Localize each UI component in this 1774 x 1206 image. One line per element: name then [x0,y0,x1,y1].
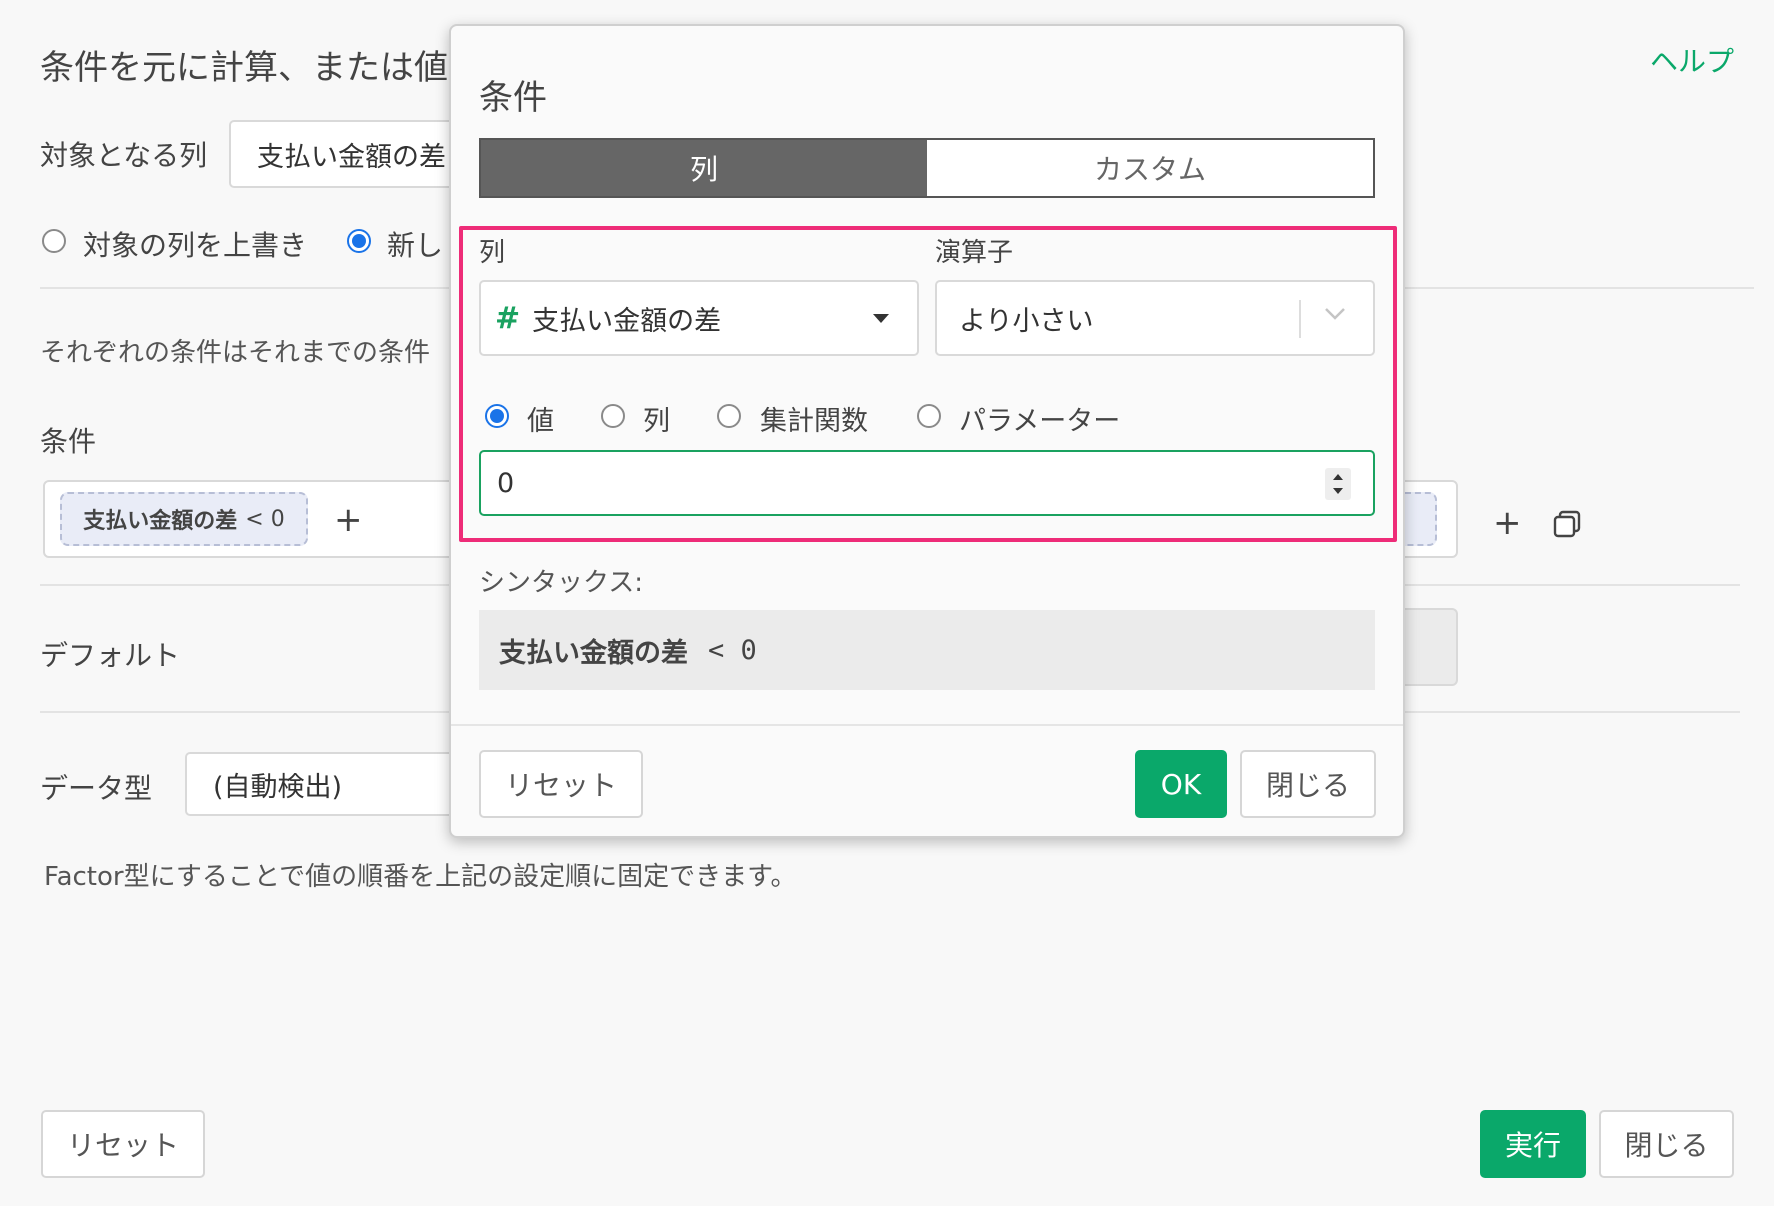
tab-custom[interactable]: カスタム [927,140,1373,196]
column-label: 列 [479,238,506,268]
help-link[interactable]: ヘルプ [1650,40,1734,80]
dialog-footer-divider [451,724,1403,726]
overwrite-radio-label: 対象の列を上書き [83,229,308,262]
target-column-select[interactable]: 支払い金額の差 [229,120,469,188]
chevron-down-icon [1323,306,1347,326]
target-column-label: 対象となる列 [40,139,208,172]
value-type-label-value: 値 [527,406,554,437]
select-separator [1299,300,1301,338]
close-button[interactable]: 閉じる [1599,1110,1734,1178]
operator-select-value: より小さい [959,305,1094,337]
syntax-label: シンタックス: [479,568,643,598]
factor-note: Factor型にすることで値の順番を上記の設定順に固定できます。 [44,862,797,892]
value-input[interactable]: 0 [479,450,1375,516]
operator-select[interactable]: より小さい [935,280,1375,356]
value-type-label-column: 列 [643,406,670,437]
datatype-label: データ型 [40,772,153,805]
datatype-select[interactable]: (自動検出) [185,752,465,816]
column-select-value: 支払い金額の差 [532,305,722,337]
condition-chip-column: 支払い金額の差 [83,509,238,534]
syntax-expression: < 0 [708,634,757,666]
copy-icon[interactable] [1553,510,1581,538]
value-type-label-aggregate: 集計関数 [760,406,868,437]
target-column-value: 支払い金額の差 [257,141,446,173]
value-input-text: 0 [497,467,515,499]
caret-down-icon [873,314,889,323]
page-title: 条件を元に計算、または値 [40,48,448,88]
dialog-title: 条件 [479,78,547,118]
condition-chip-partial [1405,492,1437,546]
tab-column[interactable]: 列 [481,140,927,196]
dialog-close-button[interactable]: 閉じる [1240,750,1376,818]
tab-group: 列 カスタム [479,138,1375,198]
reset-button[interactable]: リセット [41,1110,205,1178]
value-type-radio-column[interactable] [601,404,625,428]
operator-label: 演算子 [935,238,1014,268]
spinner-icon[interactable] [1325,468,1351,500]
syntax-preview: 支払い金額の差 < 0 [479,610,1375,690]
datatype-value: (自動検出) [213,771,343,803]
condition-dialog: 条件 列 カスタム 列 演算子 # 支払い金額の差 より小さい 値 列 集計関数… [449,24,1405,838]
default-label: デフォルト [40,639,181,672]
conditions-label: 条件 [40,425,97,458]
value-type-label-parameter: パラメーター [959,406,1121,437]
dialog-reset-button[interactable]: リセット [479,750,643,818]
value-type-radio-aggregate[interactable] [717,404,741,428]
value-type-radio-parameter[interactable] [917,404,941,428]
dialog-ok-button[interactable]: OK [1135,750,1227,818]
new-column-radio-label: 新し [387,229,444,262]
add-row-icon[interactable]: + [1493,503,1522,543]
value-type-radio-value[interactable] [485,404,509,428]
add-condition-icon[interactable]: + [334,500,363,540]
column-select[interactable]: # 支払い金額の差 [479,280,919,356]
numeric-type-icon: # [495,300,521,336]
description-text: それぞれの条件はそれまでの条件 [40,338,431,368]
overwrite-radio[interactable] [42,229,66,253]
syntax-column: 支払い金額の差 [499,637,688,669]
condition-chip[interactable]: 支払い金額の差 < 0 [60,492,308,546]
condition-chip-op: < 0 [245,506,285,532]
new-column-radio[interactable] [347,229,371,253]
run-button[interactable]: 実行 [1480,1110,1586,1178]
